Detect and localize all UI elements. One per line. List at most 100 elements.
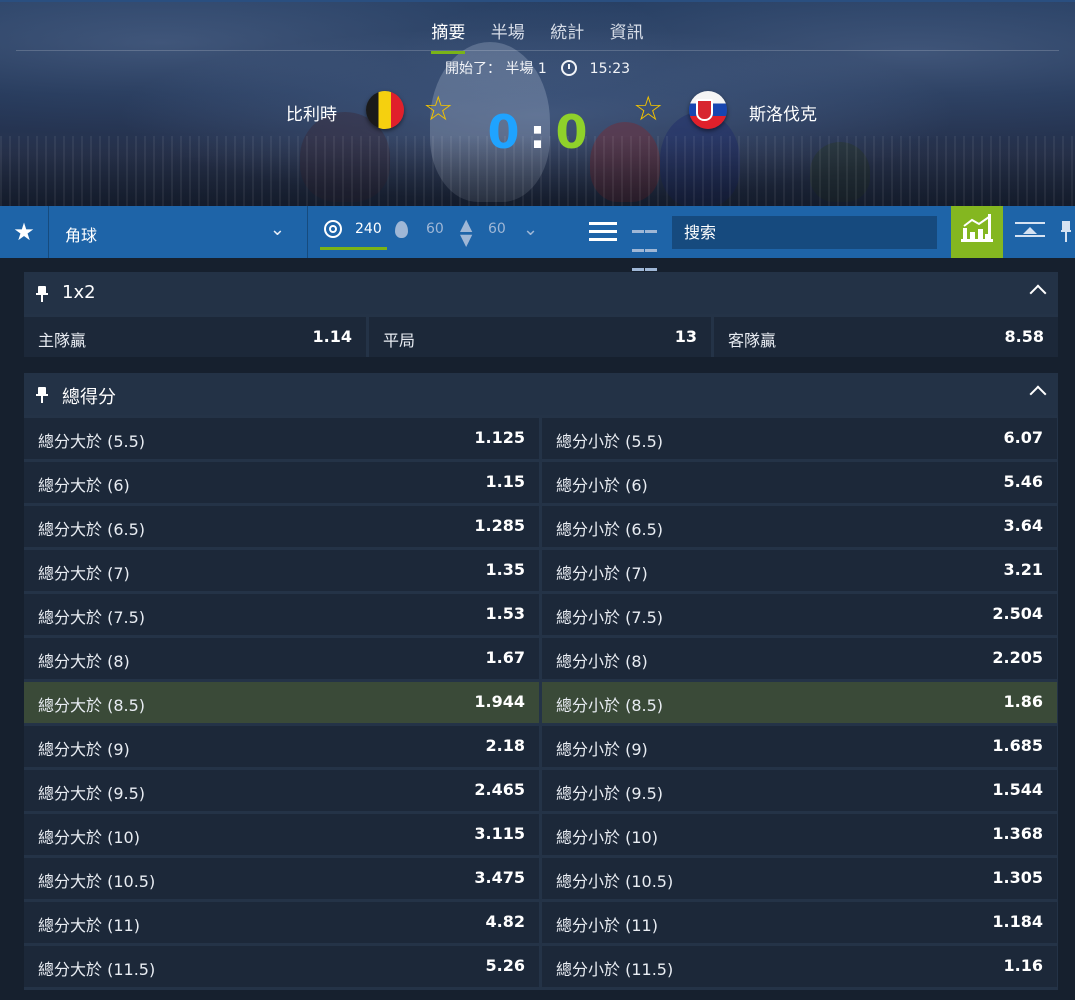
over-odds-cell[interactable]: 總分大於 (6) 1.15 [24,462,539,503]
outcome-label: 總分小於 (9.5) [556,784,664,803]
under-odds-cell[interactable]: 總分小於 (11) 1.184 [542,902,1057,943]
outcome-label: 總分大於 (11) [38,916,140,935]
chevron-down-icon[interactable]: ⌄ [523,219,538,240]
market-title: 1x2 [62,282,96,303]
statistics-button[interactable] [951,206,1003,258]
under-odds-cell[interactable]: 總分小於 (9.5) 1.544 [542,770,1057,811]
pin-icon[interactable] [36,387,48,403]
match-time: 15:23 [589,61,631,77]
market-category-label: 角球 [65,226,98,245]
divider [16,50,1059,51]
over-odds-cell[interactable]: 總分大於 (7) 1.35 [24,550,539,591]
odds-value: 2.465 [474,780,525,799]
market-title: 總得分 [62,387,116,408]
table-row: 總分大於 (5.5) 1.125 總分小於 (5.5) 6.07 [24,418,1058,459]
odds-value: 2.504 [992,604,1043,623]
favorites-star-icon[interactable]: ★ [0,206,49,258]
pin-icon[interactable] [36,286,48,302]
over-odds-cell[interactable]: 總分大於 (8.5) 1.944 [24,682,539,723]
updown-arrows-icon[interactable]: ▲ ▼ [460,217,472,248]
flame-icon[interactable] [395,221,408,238]
tab-summary[interactable]: 摘要 [431,18,466,54]
under-odds-cell[interactable]: 總分小於 (11.5) 1.16 [542,946,1057,987]
scoreboard: 0:0 [0,106,1075,161]
over-odds-cell[interactable]: 總分大於 (11) 4.82 [24,902,539,943]
odds-value: 3.21 [1003,560,1043,579]
odds-value: 8.58 [1004,327,1044,346]
tab-info[interactable]: 資訊 [610,18,644,51]
odds-value: 1.184 [992,912,1043,931]
tab-halftime[interactable]: 半場 [491,18,525,51]
over-odds-cell[interactable]: 總分大於 (8) 1.67 [24,638,539,679]
outcome-label: 總分大於 (7.5) [38,608,146,627]
outcome-label: 總分大於 (8) [38,652,130,671]
odds-away-win[interactable]: 客隊贏 8.58 [714,317,1058,357]
outcome-label: 總分大於 (5.5) [38,432,146,451]
under-odds-cell[interactable]: 總分小於 (6) 5.46 [542,462,1057,503]
odds-value: 1.53 [485,604,525,623]
table-row: 總分大於 (7.5) 1.53 總分小於 (7.5) 2.504 [24,594,1058,635]
search-input[interactable] [684,223,924,242]
bar-chart-icon [961,214,993,242]
over-odds-cell[interactable]: 總分大於 (9.5) 2.465 [24,770,539,811]
match-header: 摘要 半場 統計 資訊 開始了： 半場 1 15:23 比利時 ☆ 0:0 ☆ … [0,0,1075,206]
under-odds-cell[interactable]: 總分小於 (7.5) 2.504 [542,594,1057,635]
market-total-goals: 總得分 總分大於 (5.5) 1.125 總分小於 (5.5) 6.07 總分大於 (6… [24,373,1058,990]
over-odds-cell[interactable]: 總分大於 (5.5) 1.125 [24,418,539,459]
favorite-away-star-icon[interactable]: ☆ [633,90,663,128]
pin-icon[interactable] [1061,221,1071,243]
list-view-icon[interactable] [589,222,617,242]
over-odds-cell[interactable]: 總分大於 (7.5) 1.53 [24,594,539,635]
under-odds-cell[interactable]: 總分小於 (10) 1.368 [542,814,1057,855]
outcome-label: 總分小於 (6.5) [556,520,664,539]
table-row: 總分大於 (11) 4.82 總分小於 (11) 1.184 [24,902,1058,943]
score-separator: : [529,112,546,158]
odds-value: 1.16 [1003,956,1043,975]
popular-markets-count[interactable]: 60 [426,221,444,237]
outcome-label: 平局 [383,331,416,350]
updown-markets-count[interactable]: 60 [488,221,506,237]
outcome-label: 總分大於 (10.5) [38,872,156,891]
table-row: 總分大於 (8) 1.67 總分小於 (8) 2.205 [24,638,1058,679]
outcome-label: 總分小於 (11.5) [556,960,674,979]
under-odds-cell[interactable]: 總分小於 (9) 1.685 [542,726,1057,767]
table-row: 總分大於 (7) 1.35 總分小於 (7) 3.21 [24,550,1058,591]
odds-draw[interactable]: 平局 13 [369,317,711,357]
all-markets-count[interactable]: 240 [355,221,382,237]
odds-value: 1.368 [992,824,1043,843]
market-category-select[interactable]: 角球 ⌄ [49,206,308,258]
under-odds-cell[interactable]: 總分小於 (5.5) 6.07 [542,418,1057,459]
over-odds-cell[interactable]: 總分大於 (6.5) 1.285 [24,506,539,547]
over-odds-cell[interactable]: 總分大於 (9) 2.18 [24,726,539,767]
under-odds-cell[interactable]: 總分小於 (7) 3.21 [542,550,1057,591]
collapse-all-icon[interactable] [1015,222,1045,242]
under-odds-cell[interactable]: 總分小於 (8.5) 1.86 [542,682,1057,723]
market-header[interactable]: 總得分 [24,373,1058,415]
odds-home-win[interactable]: 主隊贏 1.14 [24,317,366,357]
tab-statistics[interactable]: 統計 [550,18,584,51]
chevron-up-icon[interactable] [1029,385,1047,403]
target-icon[interactable] [324,220,342,238]
under-odds-cell[interactable]: 總分小於 (6.5) 3.64 [542,506,1057,547]
market-header[interactable]: 1x2 [24,272,1058,314]
outcome-label: 總分大於 (9) [38,740,130,759]
over-odds-cell[interactable]: 總分大於 (10) 3.115 [24,814,539,855]
over-odds-cell[interactable]: 總分大於 (10.5) 3.475 [24,858,539,899]
odds-value: 1.67 [485,648,525,667]
grid-view-icon[interactable] [632,223,660,271]
over-odds-cell[interactable]: 總分大於 (11.5) 5.26 [24,946,539,987]
total-odds-table: 總分大於 (5.5) 1.125 總分小於 (5.5) 6.07 總分大於 (6) 1.1… [24,418,1058,987]
outcome-label: 總分大於 (11.5) [38,960,156,979]
outcome-label: 總分小於 (8.5) [556,696,664,715]
under-odds-cell[interactable]: 總分小於 (10.5) 1.305 [542,858,1057,899]
outcome-label: 總分小於 (7) [556,564,648,583]
table-row: 總分大於 (9) 2.18 總分小於 (9) 1.685 [24,726,1058,767]
outcome-label: 客隊贏 [728,331,777,350]
search-box[interactable] [672,216,937,249]
chevron-up-icon[interactable] [1029,284,1047,302]
outcome-label: 總分大於 (8.5) [38,696,146,715]
table-row: 總分大於 (11.5) 5.26 總分小於 (11.5) 1.16 [24,946,1058,987]
odds-value: 1.125 [474,428,525,447]
under-odds-cell[interactable]: 總分小於 (8) 2.205 [542,638,1057,679]
odds-value: 5.26 [485,956,525,975]
